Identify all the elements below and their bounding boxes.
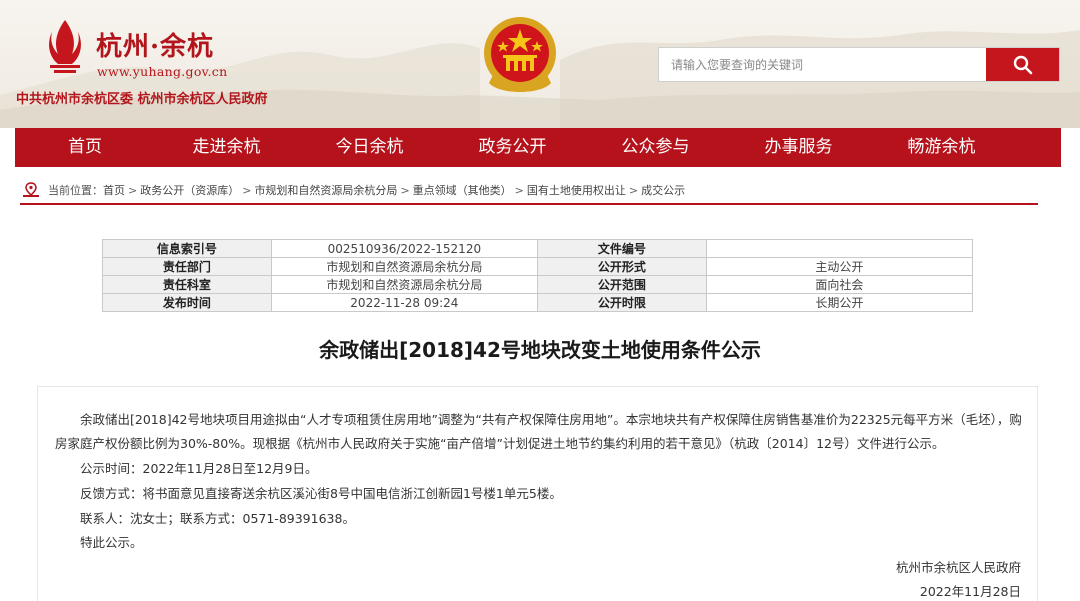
main-nav: 首页 走进余杭 今日余杭 政务公开 公众参与 办事服务 畅游余杭 xyxy=(15,128,1061,167)
breadcrumb-item-bureau[interactable]: 市规划和自然资源局余杭分局 xyxy=(254,182,397,198)
article-paragraph: 公示时间：2022年11月28日至12月9日。 xyxy=(80,461,318,476)
info-key: 公开范围 xyxy=(536,275,707,294)
breadcrumb-item-key-areas[interactable]: 重点领域（其他类） xyxy=(413,182,512,198)
search-button[interactable] xyxy=(986,48,1059,81)
national-emblem-icon xyxy=(484,17,556,92)
search-box xyxy=(658,47,1060,82)
info-value: 2022-11-28 09:24 xyxy=(270,293,538,312)
breadcrumb-item-home[interactable]: 首页 xyxy=(103,182,125,198)
info-table: 信息索引号 002510936/2022-152120 文件编号 责任部门 市规… xyxy=(102,239,974,312)
info-value: 长期公开 xyxy=(705,293,974,312)
article-paragraph: 反馈方式：将书面意见直接寄送余杭区溪沁街8号中国电信浙江创新园1号楼1单元5楼。 xyxy=(80,486,562,501)
nav-item-tourism[interactable]: 畅游余杭 xyxy=(870,128,1013,167)
article-title: 余政储出[2018]42号地块改变土地使用条件公示 xyxy=(319,338,761,362)
article-paragraph: 余政储出[2018]42号地块项目用途拟由“人才专项租赁住房用地”调整为“共有产… xyxy=(80,412,1022,427)
table-row: 发布时间 2022-11-28 09:24 公开时限 长期公开 xyxy=(102,293,974,312)
nav-item-services[interactable]: 办事服务 xyxy=(727,128,870,167)
info-key: 公开形式 xyxy=(536,257,707,276)
site-header: 杭州·余杭 www.yuhang.gov.cn 中共杭州市余杭区委 杭州市余杭区… xyxy=(0,0,1080,128)
info-key: 责任部门 xyxy=(102,257,272,276)
org-name: 中共杭州市余杭区委 杭州市余杭区人民政府 xyxy=(16,92,268,107)
info-key: 责任科室 xyxy=(102,275,272,294)
breadcrumb-separator: > xyxy=(242,183,252,197)
info-key: 信息索引号 xyxy=(102,239,272,258)
info-value: 市规划和自然资源局余杭分局 xyxy=(270,275,538,294)
breadcrumb-separator: > xyxy=(628,183,639,197)
info-value xyxy=(705,239,974,258)
table-row: 信息索引号 002510936/2022-152120 文件编号 xyxy=(102,239,974,258)
table-row: 责任科室 市规划和自然资源局余杭分局 公开范围 面向社会 xyxy=(102,275,974,294)
breadcrumb-divider xyxy=(20,203,1038,205)
article-date: 2022年11月28日 xyxy=(919,584,1021,599)
nav-item-gov-affairs[interactable]: 政务公开 xyxy=(441,128,584,167)
logo-url: www.yuhang.gov.cn xyxy=(97,64,228,79)
breadcrumb-item-deal-notice[interactable]: 成交公示 xyxy=(641,182,685,198)
info-value: 主动公开 xyxy=(705,257,974,276)
info-key: 文件编号 xyxy=(536,239,707,258)
search-input[interactable] xyxy=(659,48,985,81)
info-value: 市规划和自然资源局余杭分局 xyxy=(270,257,538,276)
nav-item-about[interactable]: 走进余杭 xyxy=(155,128,298,167)
article-body: 余政储出[2018]42号地块项目用途拟由“人才专项租赁住房用地”调整为“共有产… xyxy=(37,386,1038,601)
breadcrumb-label: 当前位置： xyxy=(48,184,103,197)
nav-item-participation[interactable]: 公众参与 xyxy=(584,128,727,167)
table-row: 责任部门 市规划和自然资源局余杭分局 公开形式 主动公开 xyxy=(102,257,974,276)
article-paragraph: 特此公示。 xyxy=(80,535,143,550)
logo-title: 杭州·余杭 xyxy=(96,32,215,62)
breadcrumb-item-gov-affairs[interactable]: 政务公开（资源库） xyxy=(140,182,239,198)
article-paragraph: 联系人：沈女士；联系方式：0571-89391638。 xyxy=(80,511,355,526)
breadcrumb-item-land-transfer[interactable]: 国有土地使用权出让 xyxy=(527,182,626,198)
article-paragraph: 房家庭产权份额比例为30%-80%。现根据《杭州市人民政府关于实施“亩产倍增”计… xyxy=(55,436,945,451)
info-value: 面向社会 xyxy=(705,275,974,294)
article-signature: 杭州市余杭区人民政府 xyxy=(895,560,1021,575)
breadcrumb: 当前位置： 首页 > 政务公开（资源库） > 市规划和自然资源局余杭分局 > 重… xyxy=(22,176,685,204)
info-key: 公开时限 xyxy=(536,293,707,312)
yuhang-logo-icon xyxy=(49,20,81,73)
nav-item-today[interactable]: 今日余杭 xyxy=(298,128,441,167)
info-key: 发布时间 xyxy=(102,293,272,312)
info-value: 002510936/2022-152120 xyxy=(270,239,538,258)
location-icon xyxy=(23,182,39,197)
search-icon xyxy=(1013,55,1032,74)
breadcrumb-separator: > xyxy=(128,183,138,197)
breadcrumb-separator: > xyxy=(514,183,524,197)
nav-item-home[interactable]: 首页 xyxy=(15,128,155,167)
breadcrumb-separator: > xyxy=(400,183,410,197)
